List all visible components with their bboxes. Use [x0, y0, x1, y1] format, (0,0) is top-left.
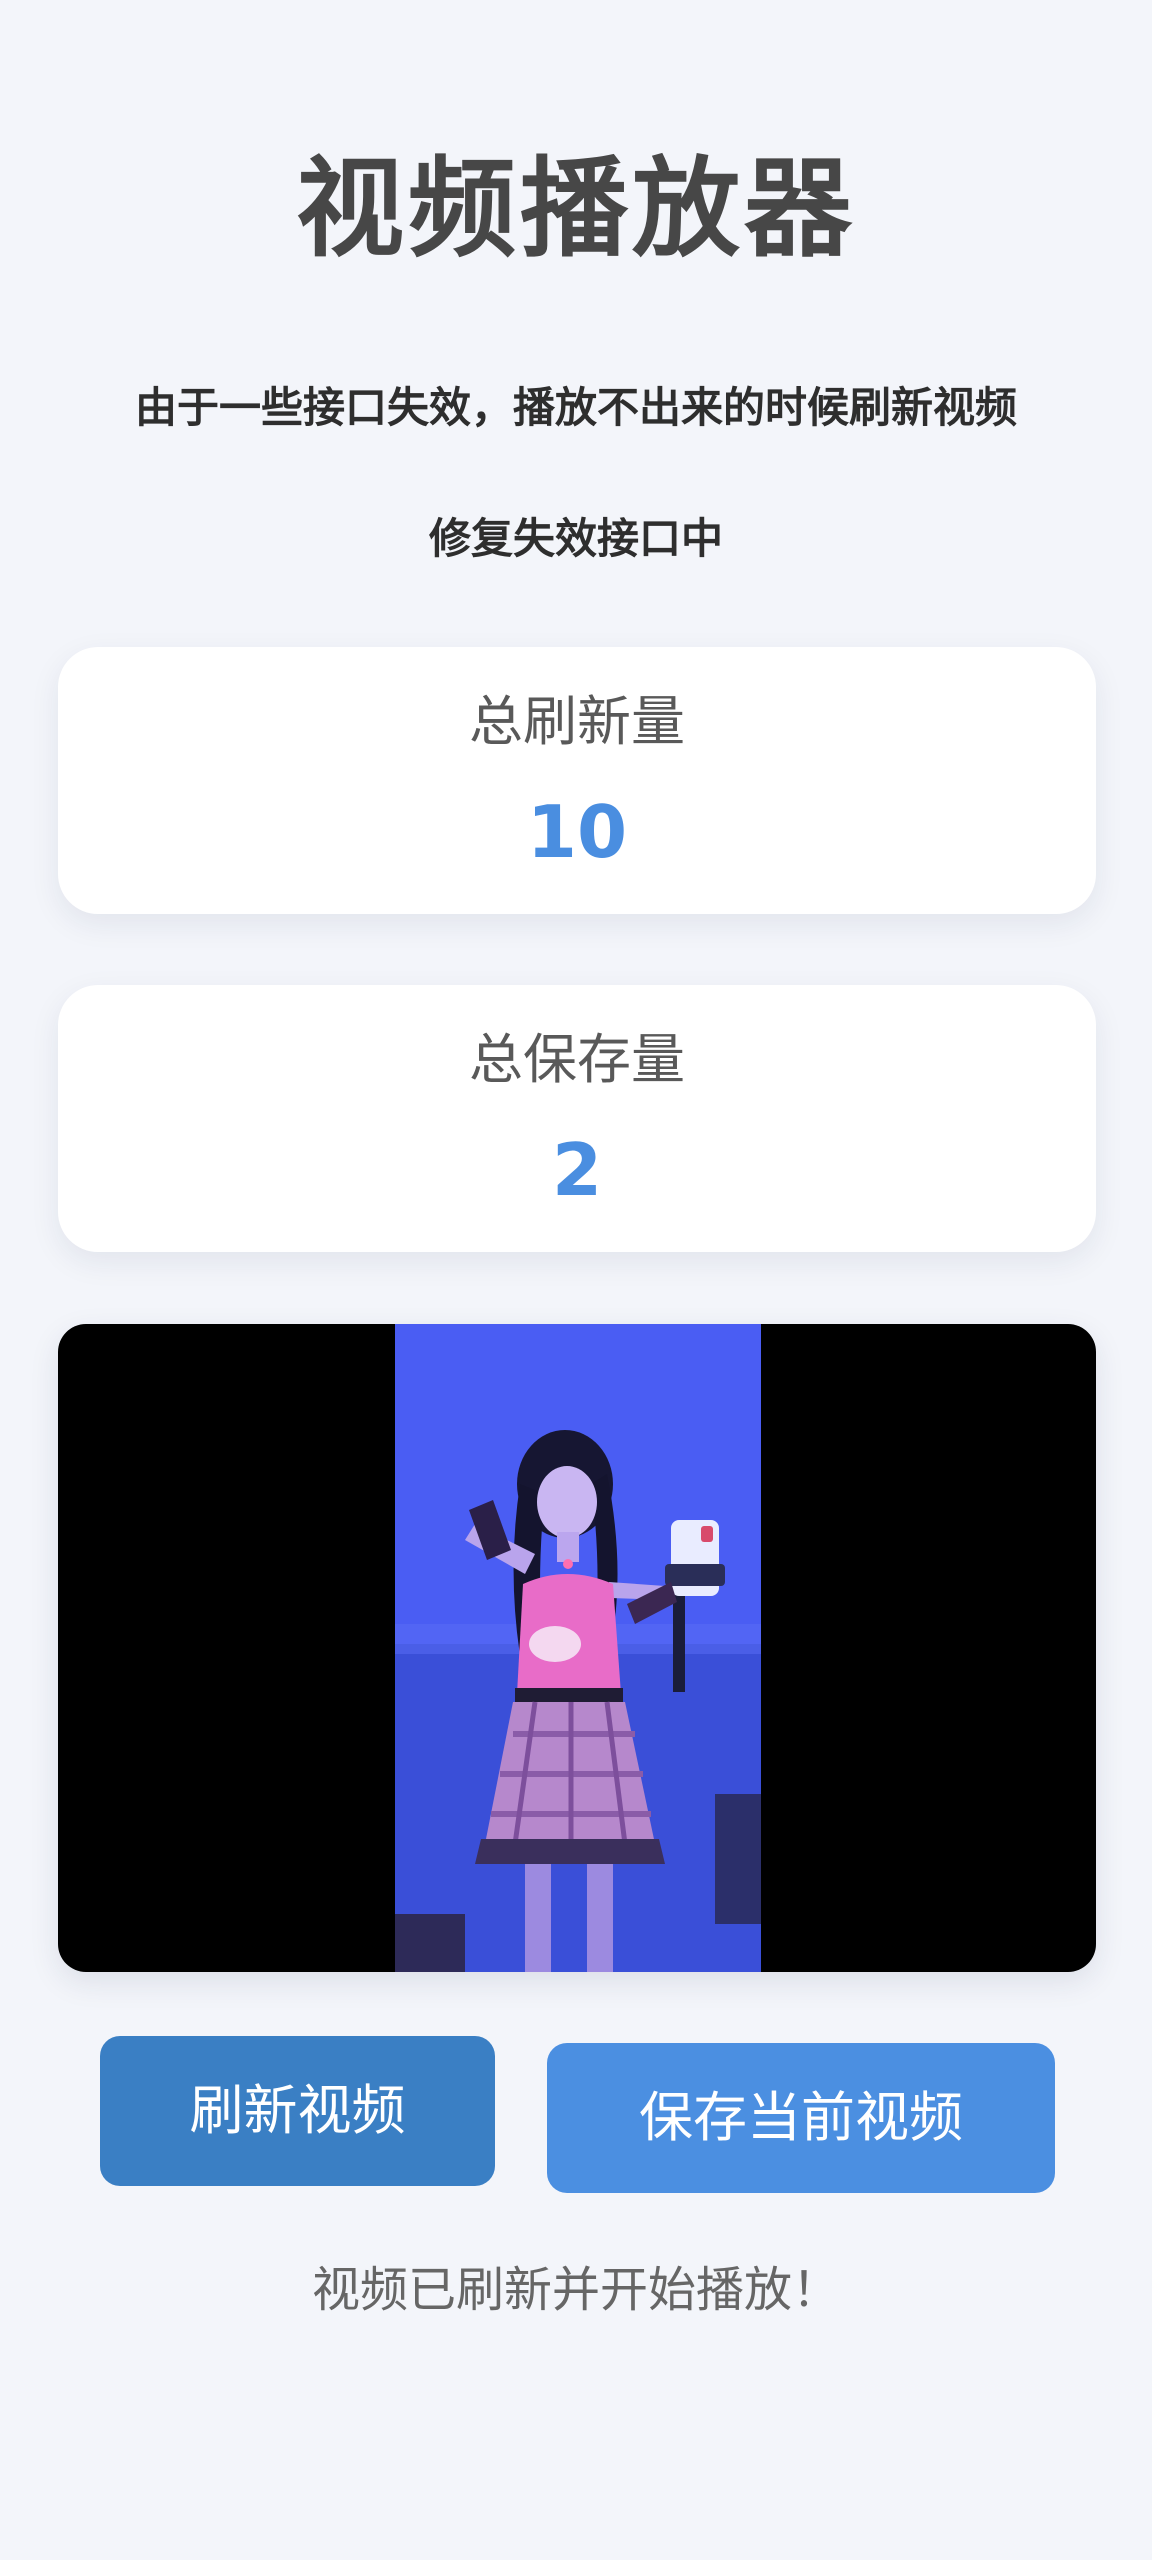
- video-player[interactable]: [58, 1324, 1096, 1972]
- page-title: 视频播放器: [295, 147, 856, 272]
- refresh-count-value: 10: [526, 790, 628, 874]
- interface-notice: 由于一些接口失效，播放不出来的时候刷新视频: [134, 383, 1017, 432]
- fixing-notice: 修复失效接口中: [428, 514, 723, 563]
- save-count-card: 总保存量 2: [58, 985, 1096, 1252]
- status-message: 视频已刷新并开始播放！: [311, 2262, 840, 2318]
- refresh-count-label: 总刷新量: [469, 690, 685, 753]
- save-count-value: 2: [551, 1128, 603, 1212]
- refresh-count-card: 总刷新量 10: [58, 647, 1096, 914]
- video-frame: [395, 1324, 761, 1972]
- refresh-video-button[interactable]: 刷新视频: [100, 2036, 495, 2186]
- save-video-button[interactable]: 保存当前视频: [547, 2043, 1055, 2193]
- video-frame-graphic: [395, 1324, 761, 1972]
- save-count-label: 总保存量: [469, 1028, 685, 1091]
